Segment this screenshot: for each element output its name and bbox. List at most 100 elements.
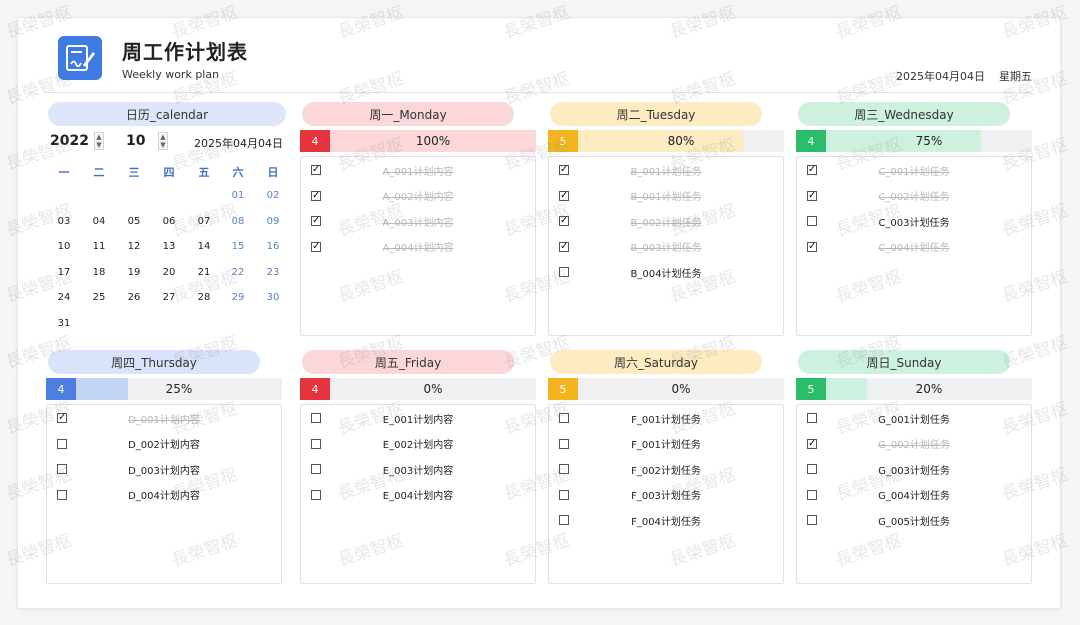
checked-checkbox[interactable]: ✓ xyxy=(559,241,569,252)
task-text: G_002计划任务 xyxy=(878,440,950,451)
calendar-day[interactable]: 15 xyxy=(223,241,253,252)
unchecked-checkbox[interactable] xyxy=(559,438,569,449)
calendar-day[interactable]: 16 xyxy=(258,241,288,252)
task-count: 4 xyxy=(300,378,330,400)
checked-checkbox[interactable]: ✓ xyxy=(559,165,569,175)
calendar-day[interactable]: 20 xyxy=(154,267,184,278)
calendar-date: 2025年04月04日 xyxy=(194,137,283,150)
page-subtitle: Weekly work plan xyxy=(122,68,220,81)
edit-note-icon xyxy=(58,36,102,80)
calendar-day[interactable]: 31 xyxy=(49,318,79,329)
checked-checkbox[interactable]: ✓ xyxy=(807,241,817,252)
weekday-header: 六 xyxy=(232,166,244,179)
unchecked-checkbox[interactable] xyxy=(57,489,67,500)
task-text: E_002计划内容 xyxy=(382,440,454,451)
calendar-day[interactable]: 13 xyxy=(154,241,184,252)
calendar-day[interactable]: 06 xyxy=(154,216,184,227)
calendar-day[interactable]: 29 xyxy=(223,292,253,303)
day-title: 周四_Thursday xyxy=(48,350,260,374)
planner-sheet: 周工作计划表 Weekly work plan 2025年04月04日 星期五 日… xyxy=(3,3,1070,608)
calendar-day[interactable]: 01 xyxy=(223,190,253,201)
unchecked-checkbox[interactable] xyxy=(807,489,817,500)
task-item: B_004计划任务 xyxy=(549,263,783,281)
task-item: D_003计划内容 xyxy=(47,460,281,478)
calendar-day[interactable]: 04 xyxy=(84,216,114,227)
unchecked-checkbox[interactable] xyxy=(559,413,569,423)
calendar-day[interactable]: 24 xyxy=(49,292,79,303)
unchecked-checkbox[interactable] xyxy=(311,489,321,500)
checked-checkbox[interactable]: ✓ xyxy=(311,216,321,226)
task-item: F_002计划任务 xyxy=(549,460,783,478)
task-item: G_001计划任务 xyxy=(797,409,1031,427)
unchecked-checkbox[interactable] xyxy=(57,464,67,474)
calendar-day[interactable]: 03 xyxy=(49,216,79,227)
calendar-day[interactable]: 21 xyxy=(189,267,219,278)
watermark: 長榮智枢 xyxy=(501,2,573,43)
weekday-header: 日 xyxy=(267,166,279,179)
progress-bar: 4 0% xyxy=(300,378,536,400)
checked-checkbox[interactable]: ✓ xyxy=(559,190,569,201)
checked-checkbox[interactable]: ✓ xyxy=(807,438,817,449)
progress-percent: 25% xyxy=(165,382,193,396)
calendar-day[interactable]: 25 xyxy=(84,292,114,303)
calendar-day[interactable]: 22 xyxy=(223,267,253,278)
calendar-day[interactable]: 12 xyxy=(119,241,149,252)
task-list: E_001计划内容 E_002计划内容 E_003计划内容 E_004计划内容 xyxy=(300,404,536,584)
weekday-header: 三 xyxy=(128,166,140,179)
checked-checkbox[interactable]: ✓ xyxy=(57,413,67,423)
unchecked-checkbox[interactable] xyxy=(807,515,817,525)
calendar-day[interactable]: 27 xyxy=(154,292,184,303)
task-text: B_001计划任务 xyxy=(630,192,702,203)
calendar-day[interactable]: 14 xyxy=(189,241,219,252)
calendar-day[interactable]: 19 xyxy=(119,267,149,278)
unchecked-checkbox[interactable] xyxy=(807,413,817,423)
unchecked-checkbox[interactable] xyxy=(559,267,569,277)
checked-checkbox[interactable]: ✓ xyxy=(311,241,321,252)
unchecked-checkbox[interactable] xyxy=(311,438,321,449)
calendar-day[interactable]: 30 xyxy=(258,292,288,303)
task-item: A_002计划内容 ✓ xyxy=(301,187,535,205)
task-text: A_004计划内容 xyxy=(382,243,454,254)
unchecked-checkbox[interactable] xyxy=(807,464,817,474)
calendar-day[interactable]: 10 xyxy=(49,241,79,252)
unchecked-checkbox[interactable] xyxy=(57,438,67,449)
task-item: F_001计划任务 xyxy=(549,435,783,453)
task-text: B_002计划任务 xyxy=(630,217,702,229)
calendar-day[interactable]: 17 xyxy=(49,267,79,278)
calendar-month[interactable]: 10 xyxy=(126,133,145,149)
checked-checkbox[interactable]: ✓ xyxy=(807,165,817,175)
calendar-day[interactable]: 09 xyxy=(258,216,288,227)
task-item: B_001计划任务 ✓ xyxy=(549,161,783,179)
task-text: B_004计划任务 xyxy=(630,268,702,280)
calendar-day[interactable]: 07 xyxy=(189,216,219,227)
task-item: E_002计划内容 xyxy=(301,435,535,453)
checked-checkbox[interactable]: ✓ xyxy=(311,190,321,201)
month-spinner[interactable]: ▲ ▼ xyxy=(158,132,168,150)
calendar-day[interactable]: 02 xyxy=(258,190,288,201)
task-item: C_003计划任务 xyxy=(797,212,1031,230)
unchecked-checkbox[interactable] xyxy=(559,489,569,500)
unchecked-checkbox[interactable] xyxy=(807,216,817,226)
watermark: 長榮智枢 xyxy=(999,2,1071,43)
task-text: F_001计划任务 xyxy=(631,440,701,451)
checked-checkbox[interactable]: ✓ xyxy=(559,216,569,226)
task-text: D_004计划内容 xyxy=(128,491,200,502)
calendar-day[interactable]: 08 xyxy=(223,216,253,227)
progress-bar: 5 0% xyxy=(548,378,784,400)
calendar-day[interactable]: 26 xyxy=(119,292,149,303)
checked-checkbox[interactable]: ✓ xyxy=(311,165,321,175)
unchecked-checkbox[interactable] xyxy=(559,464,569,474)
calendar-year[interactable]: 2022 xyxy=(50,133,89,149)
unchecked-checkbox[interactable] xyxy=(311,464,321,474)
calendar-day[interactable]: 18 xyxy=(84,267,114,278)
calendar-day[interactable]: 05 xyxy=(119,216,149,227)
unchecked-checkbox[interactable] xyxy=(311,413,321,423)
header-divider xyxy=(46,92,1032,93)
calendar-day[interactable]: 28 xyxy=(189,292,219,303)
year-spinner[interactable]: ▲ ▼ xyxy=(94,132,104,150)
unchecked-checkbox[interactable] xyxy=(559,515,569,525)
checked-checkbox[interactable]: ✓ xyxy=(807,190,817,201)
calendar-day[interactable]: 23 xyxy=(258,267,288,278)
calendar-panel: 2022 ▲ ▼ 10 ▲ ▼ 2025年04月04日 一二三四五六日 01 02 03 0… xyxy=(46,128,290,336)
calendar-day[interactable]: 11 xyxy=(84,241,114,252)
